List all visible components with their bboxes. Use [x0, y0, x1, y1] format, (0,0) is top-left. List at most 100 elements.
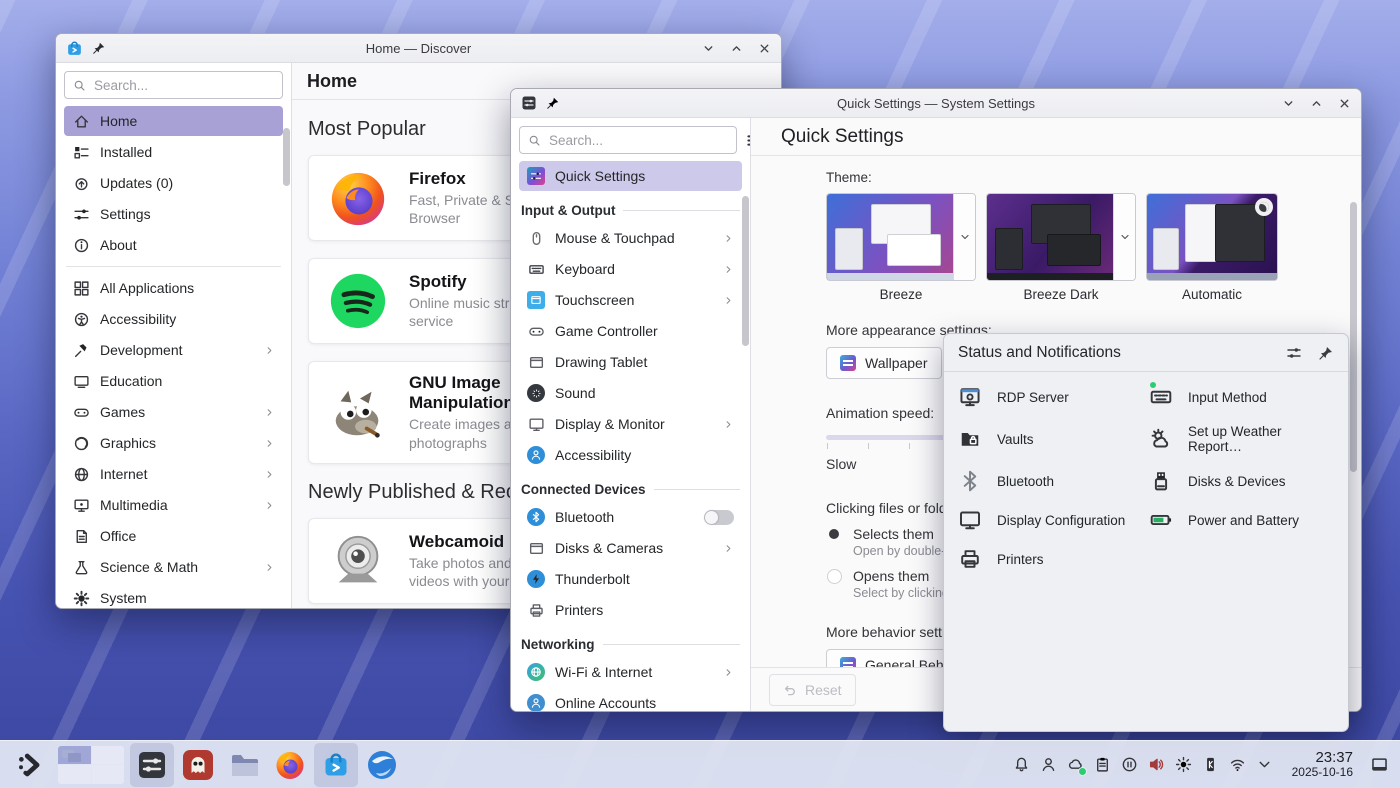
- theme-option-breeze[interactable]: Breeze: [826, 193, 976, 302]
- sidebar-item-mouse-touchpad[interactable]: Mouse & Touchpad: [519, 223, 742, 253]
- cloud-sync-icon[interactable]: [1064, 752, 1088, 778]
- theme-breeze-dark-dropdown[interactable]: [1113, 194, 1135, 280]
- sidebar-item-accessibility[interactable]: Accessibility: [64, 304, 283, 334]
- task-browser-globe[interactable]: [360, 743, 404, 787]
- status-item-power-battery[interactable]: Power and Battery: [1149, 508, 1334, 532]
- sidebar-item-education[interactable]: Education: [64, 366, 283, 396]
- maximize-icon[interactable]: [730, 42, 743, 55]
- maximize-icon[interactable]: [1310, 97, 1323, 110]
- discover-titlebar[interactable]: Home — Discover: [56, 34, 781, 63]
- tray-expand-icon[interactable]: [1253, 752, 1277, 778]
- pin-icon[interactable]: [546, 96, 560, 110]
- wallpaper-button[interactable]: Wallpaper: [826, 347, 942, 379]
- sidebar-item-drawing-tablet[interactable]: Drawing Tablet: [519, 347, 742, 377]
- sidebar-item-graphics[interactable]: Graphics: [64, 428, 283, 458]
- pager-desktop-1[interactable]: [58, 746, 91, 765]
- status-item-bluetooth[interactable]: Bluetooth: [958, 469, 1143, 493]
- pager-desktop-2[interactable]: [92, 746, 125, 765]
- sidebar-item-multimedia[interactable]: Multimedia: [64, 490, 283, 520]
- task-file-manager[interactable]: [222, 743, 266, 787]
- sidebar-item-thunderbolt[interactable]: Thunderbolt: [519, 564, 742, 594]
- discover-search[interactable]: [64, 71, 283, 99]
- section-input-output: Input & Output: [521, 203, 740, 218]
- radio-unselected-icon[interactable]: [826, 568, 842, 584]
- sidebar-item-quick-settings[interactable]: Quick Settings: [519, 161, 742, 191]
- status-item-printers[interactable]: Printers: [958, 547, 1143, 571]
- sidebar-item-bluetooth[interactable]: Bluetooth: [519, 502, 742, 532]
- app-launcher-button[interactable]: [8, 743, 52, 787]
- sidebar-item-settings[interactable]: Settings: [64, 199, 283, 229]
- system-settings-titlebar[interactable]: Quick Settings — System Settings: [511, 89, 1361, 118]
- settings-search[interactable]: [519, 126, 737, 154]
- sidebar-item-disks-cameras[interactable]: Disks & Cameras: [519, 533, 742, 563]
- network-wifi-icon[interactable]: [1226, 752, 1250, 778]
- main-scrollbar[interactable]: [1350, 202, 1357, 472]
- sidebar-item-sound[interactable]: Sound: [519, 378, 742, 408]
- theme-breeze-dark-preview[interactable]: [987, 194, 1113, 280]
- media-pause-icon[interactable]: [1118, 752, 1142, 778]
- clock[interactable]: 23:37 2025-10-16: [1292, 750, 1353, 780]
- show-desktop-button[interactable]: [1366, 750, 1392, 780]
- virtual-desktop-pager[interactable]: [58, 746, 124, 784]
- minimize-icon[interactable]: [1282, 97, 1295, 110]
- divider: [66, 266, 281, 267]
- task-ghostwriter[interactable]: [176, 743, 220, 787]
- sidebar-item-printers[interactable]: Printers: [519, 595, 742, 625]
- sidebar-item-online-accounts[interactable]: Online Accounts: [519, 688, 742, 711]
- sidebar-item-internet[interactable]: Internet: [64, 459, 283, 489]
- theme-option-breeze-dark[interactable]: Breeze Dark: [986, 193, 1136, 302]
- close-icon[interactable]: [1338, 97, 1351, 110]
- sidebar-item-keyboard[interactable]: Keyboard: [519, 254, 742, 284]
- sidebar-item-updates[interactable]: Updates (0): [64, 168, 283, 198]
- status-item-weather[interactable]: Set up Weather Report…: [1149, 424, 1334, 454]
- theme-automatic-preview[interactable]: [1147, 194, 1277, 280]
- sidebar-scrollbar[interactable]: [742, 196, 749, 346]
- theme-breeze-preview[interactable]: [827, 194, 953, 280]
- pin-icon[interactable]: [1318, 345, 1334, 361]
- sidebar-item-science-math[interactable]: Science & Math: [64, 552, 283, 582]
- chevron-down-icon: [959, 231, 971, 243]
- volume-icon[interactable]: [1145, 752, 1169, 778]
- clipboard-icon[interactable]: [1091, 752, 1115, 778]
- configure-icon[interactable]: [1286, 345, 1302, 361]
- sidebar-item-touchscreen[interactable]: Touchscreen: [519, 285, 742, 315]
- sidebar-item-installed[interactable]: Installed: [64, 137, 283, 167]
- bluetooth-toggle[interactable]: [704, 510, 734, 525]
- sidebar-item-office[interactable]: Office: [64, 521, 283, 551]
- radio-selected-icon[interactable]: [826, 526, 842, 542]
- sidebar-item-all-applications[interactable]: All Applications: [64, 273, 283, 303]
- sidebar-scrollbar[interactable]: [283, 128, 290, 186]
- pin-icon[interactable]: [92, 41, 106, 55]
- pager-desktop-4[interactable]: [92, 765, 125, 784]
- close-icon[interactable]: [758, 42, 771, 55]
- pager-desktop-3[interactable]: [58, 765, 91, 784]
- reset-button[interactable]: Reset: [769, 674, 856, 706]
- popup-title: Status and Notifications: [958, 344, 1121, 362]
- sidebar-item-development[interactable]: Development: [64, 335, 283, 365]
- task-discover[interactable]: [314, 743, 358, 787]
- sidebar-item-wifi-internet[interactable]: Wi-Fi & Internet: [519, 657, 742, 687]
- search-input[interactable]: [92, 77, 274, 94]
- minimize-icon[interactable]: [702, 42, 715, 55]
- sidebar-item-system[interactable]: System: [64, 583, 283, 608]
- sidebar-item-games[interactable]: Games: [64, 397, 283, 427]
- notifications-icon[interactable]: [1010, 752, 1034, 778]
- theme-option-automatic[interactable]: Automatic: [1146, 193, 1278, 302]
- status-item-vaults[interactable]: Vaults: [958, 424, 1143, 454]
- theme-breeze-dropdown[interactable]: [953, 194, 975, 280]
- sidebar-item-game-controller[interactable]: Game Controller: [519, 316, 742, 346]
- brightness-icon[interactable]: [1172, 752, 1196, 778]
- search-input[interactable]: [547, 132, 728, 149]
- task-system-settings[interactable]: [130, 743, 174, 787]
- user-icon[interactable]: [1037, 752, 1061, 778]
- status-item-disks-devices[interactable]: Disks & Devices: [1149, 469, 1334, 493]
- sidebar-item-accessibility[interactable]: Accessibility: [519, 440, 742, 470]
- sidebar-item-about[interactable]: About: [64, 230, 283, 260]
- status-item-display-configuration[interactable]: Display Configuration: [958, 508, 1143, 532]
- sidebar-item-home[interactable]: Home: [64, 106, 283, 136]
- sidebar-item-display-monitor[interactable]: Display & Monitor: [519, 409, 742, 439]
- task-firefox[interactable]: [268, 743, 312, 787]
- status-item-input-method[interactable]: Input Method: [1149, 385, 1334, 409]
- status-item-rdp-server[interactable]: RDP Server: [958, 385, 1143, 409]
- kde-connect-icon[interactable]: [1199, 752, 1223, 778]
